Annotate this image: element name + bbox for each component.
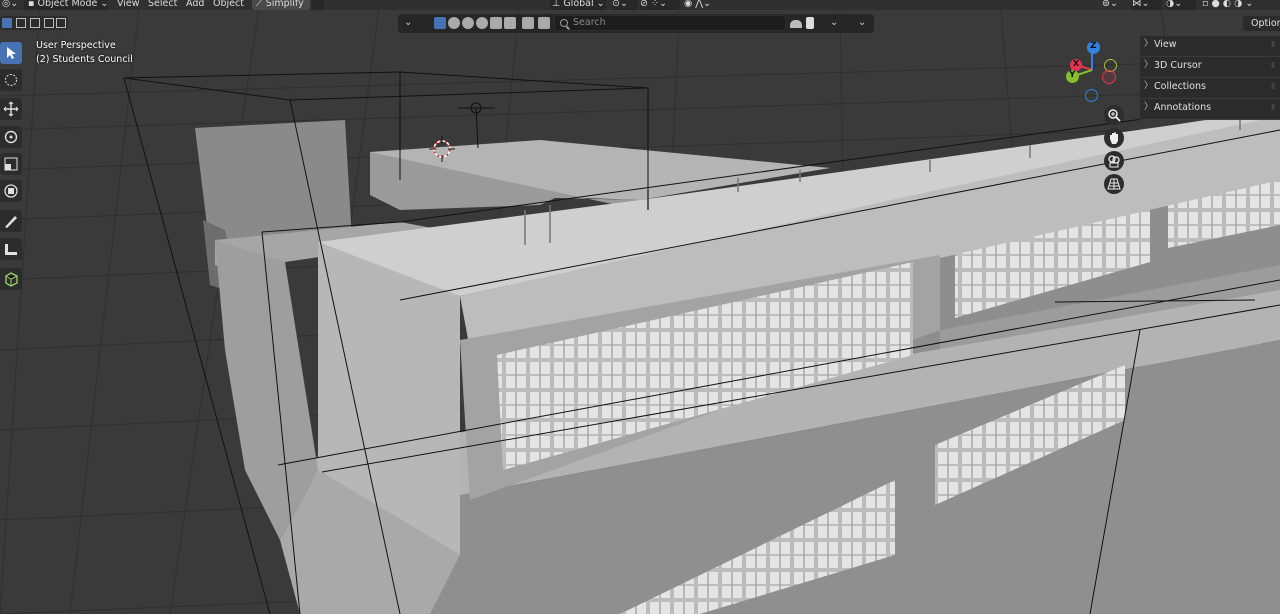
simplify-icon: ⟋ xyxy=(256,0,263,9)
select-extend-icon[interactable] xyxy=(16,18,26,28)
filter-render-icon[interactable] xyxy=(522,17,534,29)
menu-select[interactable]: Select xyxy=(148,0,177,10)
select-invert-icon[interactable] xyxy=(44,18,54,28)
chevron-right-icon: 〉 xyxy=(1144,60,1154,70)
transform-orientation[interactable]: ⊥ Global ⌄ xyxy=(550,0,606,10)
filter-material-icon[interactable] xyxy=(462,17,474,29)
gizmo-z-label: Z xyxy=(1090,41,1097,51)
proportional-editing[interactable]: ◉ ⋀⌄ xyxy=(684,0,714,10)
orientation-icon: ⊥ xyxy=(552,0,561,9)
editor-type-icon[interactable]: ◎⌄ xyxy=(2,0,18,10)
options-button[interactable]: Options xyxy=(1243,16,1280,31)
filter-world-icon[interactable] xyxy=(476,17,488,29)
drag-handle-icon[interactable]: ⁝⁝ xyxy=(1271,78,1275,95)
chevron-right-icon: 〉 xyxy=(1144,39,1154,49)
pivot-point-button[interactable]: ⊙⌄ xyxy=(612,0,638,10)
measure-icon[interactable] xyxy=(0,238,22,260)
panel-collections[interactable]: 〉 Collections ⁝⁝ xyxy=(1140,78,1280,99)
filter-object-icon[interactable] xyxy=(434,17,446,29)
chevron-right-icon: 〉 xyxy=(1144,81,1154,91)
select-mode-buttons[interactable] xyxy=(0,16,68,30)
filter-texture-icon[interactable] xyxy=(490,17,502,29)
scale-icon[interactable] xyxy=(0,153,22,175)
search-placeholder: Search xyxy=(573,17,606,28)
mode-label: Object Mode xyxy=(37,0,98,9)
camera-icon[interactable] xyxy=(1104,151,1124,171)
gizmo-x-label: X xyxy=(1073,59,1080,68)
zoom-icon[interactable] xyxy=(1104,105,1124,125)
gizmo-y-label: Y xyxy=(1069,70,1076,80)
collection-label: (2) Students Council xyxy=(36,54,133,65)
menu-view[interactable]: View xyxy=(117,0,140,10)
menu-object[interactable]: Object xyxy=(213,0,244,10)
select-box-icon[interactable] xyxy=(0,42,22,64)
chevron-down-icon[interactable]: ⌄ xyxy=(830,17,842,29)
gizmo-toggle[interactable]: ⊚⌄ xyxy=(1102,0,1132,10)
pan-hand-icon[interactable] xyxy=(1104,128,1124,148)
move-icon[interactable] xyxy=(0,98,22,120)
mode-selector[interactable]: ▪ Object Mode ⌄ xyxy=(24,0,108,10)
panel-view[interactable]: 〉 View ⁝⁝ xyxy=(1140,36,1280,57)
drag-handle-icon[interactable]: ⁝⁝ xyxy=(1271,57,1275,74)
perspective-grid-icon[interactable] xyxy=(1104,174,1124,194)
filter-output-icon[interactable] xyxy=(538,17,550,29)
panel-label: Annotations xyxy=(1154,102,1212,113)
chevron-down-icon: ⌄ xyxy=(596,0,605,9)
xray-toggle[interactable]: ◑⌄ xyxy=(1166,0,1196,10)
simplify-extra[interactable] xyxy=(312,0,324,10)
3d-viewport[interactable]: ◎⌄ ▪ Object Mode ⌄ View Select Add Objec… xyxy=(0,0,1280,614)
search-icon xyxy=(560,19,568,27)
panel-label: 3D Cursor xyxy=(1154,60,1202,71)
filter-funnel-icon[interactable] xyxy=(790,20,802,28)
simplify-label: Simplify xyxy=(265,0,304,9)
menu-add[interactable]: Add xyxy=(186,0,204,10)
gizmo-neg-z-axis[interactable] xyxy=(1085,89,1098,102)
chevron-down-icon[interactable]: ⌄ xyxy=(404,17,416,29)
search-field[interactable]: Search xyxy=(554,15,786,31)
select-new-icon[interactable] xyxy=(2,18,12,28)
select-intersect-icon[interactable] xyxy=(56,18,66,28)
annotate-icon[interactable] xyxy=(0,210,22,232)
drag-handle-icon[interactable]: ⁝⁝ xyxy=(1271,99,1275,116)
rotate-icon[interactable] xyxy=(0,126,22,148)
overlays-toggle[interactable]: ⋈⌄ xyxy=(1132,0,1162,10)
chevron-right-icon: 〉 xyxy=(1144,102,1154,112)
add-cube-icon[interactable] xyxy=(0,268,22,290)
chevron-down-icon[interactable]: ⌄ xyxy=(858,17,870,29)
object-mode-icon: ▪ xyxy=(28,0,35,9)
orientation-label: Global xyxy=(563,0,594,9)
transform-icon[interactable] xyxy=(0,180,22,202)
simplify-button[interactable]: ⟋ Simplify xyxy=(252,0,310,10)
panel-3d-cursor[interactable]: 〉 3D Cursor ⁝⁝ xyxy=(1140,57,1280,78)
viewport-header: ◎⌄ ▪ Object Mode ⌄ View Select Add Objec… xyxy=(0,0,1280,10)
filter-scene-icon[interactable] xyxy=(504,17,516,29)
filter-mesh-icon[interactable] xyxy=(448,17,460,29)
snap-toggle[interactable]: ⊘ ⁘⌄ xyxy=(640,0,680,10)
bookmark-icon[interactable] xyxy=(806,17,814,29)
panel-annotations[interactable]: 〉 Annotations ⁝⁝ xyxy=(1140,99,1280,120)
view-perspective-label: User Perspective xyxy=(36,40,116,51)
panel-label: Collections xyxy=(1154,81,1206,92)
drag-handle-icon[interactable]: ⁝⁝ xyxy=(1271,36,1275,53)
sidebar-panel: 〉 View ⁝⁝ 〉 3D Cursor ⁝⁝ 〉 Collections ⁝… xyxy=(1140,36,1280,120)
chevron-down-icon: ⌄ xyxy=(100,0,109,9)
cursor-icon[interactable] xyxy=(0,69,22,91)
select-subtract-icon[interactable] xyxy=(30,18,40,28)
gizmo-neg-x-axis[interactable] xyxy=(1102,70,1116,84)
shading-modes[interactable]: ▫ ● ◐ ◑ ⌄ xyxy=(1202,0,1280,10)
panel-label: View xyxy=(1154,39,1177,50)
